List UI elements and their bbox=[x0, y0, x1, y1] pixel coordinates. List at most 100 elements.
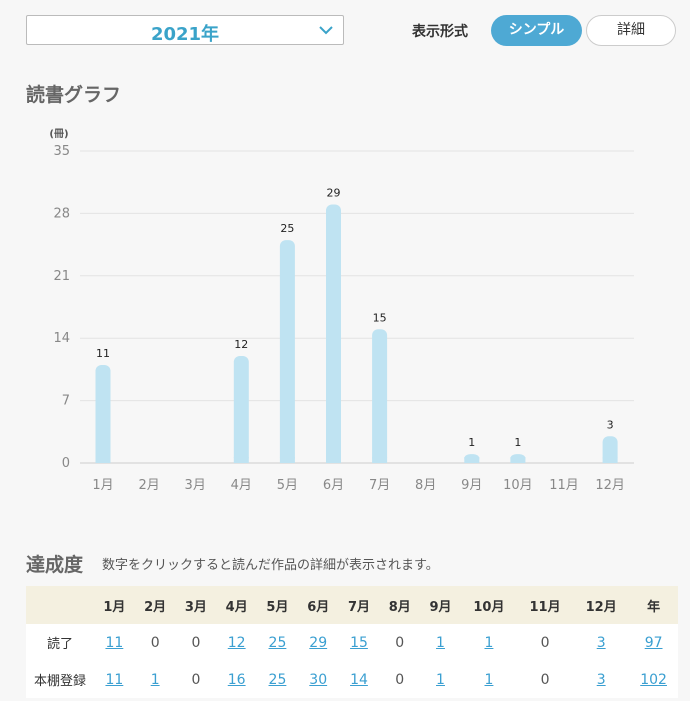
x-tick-label: 1月 bbox=[92, 478, 113, 493]
col-header: 12月 bbox=[573, 586, 630, 624]
table-cell: 0 bbox=[517, 661, 574, 698]
chevron-down-icon bbox=[319, 26, 333, 35]
x-tick-label: 5月 bbox=[277, 478, 298, 493]
bar bbox=[95, 364, 111, 463]
table-cell: 12 bbox=[216, 624, 258, 661]
table-cell: 29 bbox=[297, 624, 339, 661]
count-link[interactable]: 3 bbox=[597, 635, 606, 651]
x-tick-label: 3月 bbox=[185, 478, 206, 493]
count-link[interactable]: 1 bbox=[436, 672, 445, 688]
count-link[interactable]: 1 bbox=[151, 672, 160, 688]
count-link[interactable]: 14 bbox=[350, 672, 368, 688]
achievement-note: 数字をクリックすると読んだ作品の詳細が表示されます。 bbox=[102, 558, 439, 573]
count-link[interactable]: 25 bbox=[269, 635, 287, 651]
table-cell: 30 bbox=[297, 661, 339, 698]
x-tick-label: 6月 bbox=[323, 478, 344, 493]
bar-base bbox=[233, 457, 249, 463]
col-header: 年 bbox=[629, 586, 678, 624]
count-link[interactable]: 12 bbox=[228, 635, 246, 651]
achievement-table: 1月 2月 3月 4月 5月 6月 7月 8月 9月 10月 11月 12月 年… bbox=[26, 586, 678, 698]
count-link[interactable]: 30 bbox=[309, 672, 327, 688]
table-cell: 1 bbox=[420, 624, 461, 661]
count-link[interactable]: 1 bbox=[484, 672, 493, 688]
col-header: 7月 bbox=[338, 586, 380, 624]
table-cell: 15 bbox=[338, 624, 380, 661]
x-tick-label: 8月 bbox=[415, 478, 436, 493]
simple-view-button[interactable]: シンプル bbox=[491, 15, 582, 46]
count-value: 0 bbox=[191, 671, 201, 688]
count-value: 0 bbox=[395, 671, 405, 688]
table-cell: 0 bbox=[379, 661, 421, 698]
bar-value-label: 3 bbox=[607, 418, 614, 431]
col-header: 8月 bbox=[379, 586, 421, 624]
x-tick-label: 2月 bbox=[138, 478, 159, 493]
y-tick-label: 14 bbox=[53, 331, 70, 346]
y-tick-label: 0 bbox=[62, 456, 70, 471]
x-tick-label: 10月 bbox=[503, 478, 533, 493]
bar bbox=[233, 356, 249, 463]
y-tick-label: 35 bbox=[53, 144, 70, 159]
table-cell: 25 bbox=[257, 661, 298, 698]
bar-value-label: 1 bbox=[468, 436, 475, 449]
count-link[interactable]: 11 bbox=[105, 635, 123, 651]
display-format-label: 表示形式 bbox=[412, 24, 468, 40]
col-header: 1月 bbox=[94, 586, 135, 624]
x-tick-label: 9月 bbox=[461, 478, 482, 493]
col-header: 11月 bbox=[517, 586, 574, 624]
table-cell: 1 bbox=[420, 661, 461, 698]
table-cell: 3 bbox=[573, 624, 630, 661]
count-link[interactable]: 1 bbox=[436, 635, 445, 651]
year-select[interactable]: 2021年 bbox=[26, 15, 344, 45]
count-link[interactable]: 102 bbox=[640, 672, 667, 688]
table-cell: 102 bbox=[629, 661, 678, 698]
bar-base bbox=[95, 457, 111, 463]
col-header: 5月 bbox=[257, 586, 298, 624]
bar-base bbox=[279, 457, 295, 463]
count-link[interactable]: 3 bbox=[597, 672, 606, 688]
reading-bar-chart: (冊)0714212835111月 2月 3月124月255月296月157月 8月1… bbox=[49, 128, 634, 493]
table-cell: 0 bbox=[175, 624, 217, 661]
table-cell: 0 bbox=[517, 624, 574, 661]
bar bbox=[279, 240, 295, 463]
count-link[interactable]: 1 bbox=[484, 635, 493, 651]
bar-base bbox=[510, 457, 526, 463]
count-value: 0 bbox=[540, 634, 550, 651]
count-link[interactable]: 29 bbox=[309, 635, 327, 651]
table-cell: 97 bbox=[629, 624, 678, 661]
count-link[interactable]: 11 bbox=[105, 672, 123, 688]
x-tick-label: 7月 bbox=[369, 478, 390, 493]
achievement-title: 達成度 bbox=[26, 554, 84, 576]
table-cell: 0 bbox=[134, 624, 176, 661]
bar-base bbox=[372, 457, 388, 463]
x-tick-label: 12月 bbox=[595, 478, 625, 493]
detail-view-button[interactable]: 詳細 bbox=[586, 15, 676, 46]
col-header: 2月 bbox=[134, 586, 176, 624]
col-header: 10月 bbox=[460, 586, 517, 624]
col-header: 4月 bbox=[216, 586, 258, 624]
bar-value-label: 25 bbox=[280, 222, 294, 235]
table-cell: 16 bbox=[216, 661, 258, 698]
bar-value-label: 11 bbox=[96, 347, 110, 360]
col-header: 9月 bbox=[420, 586, 461, 624]
count-link[interactable]: 25 bbox=[269, 672, 287, 688]
table-cell: 1 bbox=[134, 661, 176, 698]
x-tick-label: 11月 bbox=[549, 478, 579, 493]
year-select-value: 2021年 bbox=[150, 24, 220, 45]
col-header: 6月 bbox=[297, 586, 339, 624]
count-link[interactable]: 97 bbox=[645, 635, 663, 651]
bar bbox=[326, 204, 341, 463]
table-cell: 1 bbox=[460, 624, 517, 661]
count-link[interactable]: 15 bbox=[350, 635, 368, 651]
bar-value-label: 1 bbox=[514, 436, 521, 449]
bar bbox=[372, 329, 388, 463]
bar-value-label: 12 bbox=[234, 338, 248, 351]
row-label: 本棚登録 bbox=[26, 661, 94, 698]
table-cell: 1 bbox=[460, 661, 517, 698]
table-cell: 25 bbox=[257, 624, 298, 661]
table-row: 本棚登録 11 1 0 16 25 30 14 0 1 1 0 3 102 bbox=[26, 661, 678, 698]
count-link[interactable]: 16 bbox=[228, 672, 246, 688]
table-corner bbox=[26, 586, 94, 624]
y-tick-label: 7 bbox=[62, 394, 70, 409]
table-cell: 11 bbox=[94, 661, 135, 698]
bar-value-label: 15 bbox=[373, 311, 387, 324]
